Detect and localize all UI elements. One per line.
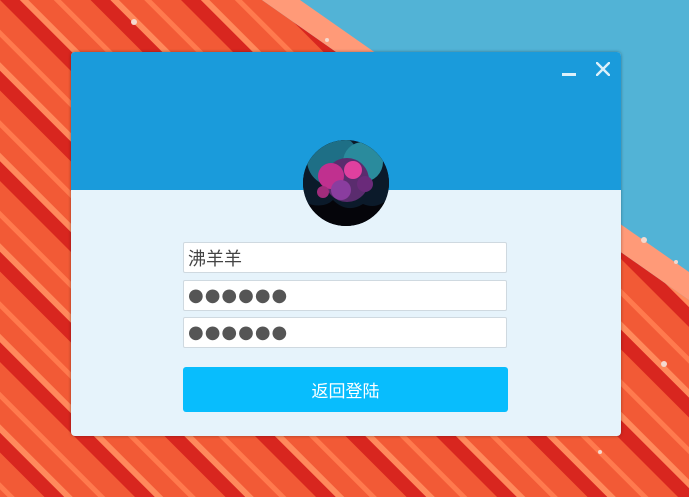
password-field[interactable]: ●●●●●● <box>183 280 507 311</box>
username-field[interactable] <box>183 242 507 273</box>
avatar-image <box>303 140 389 226</box>
register-window: ●●●●●● ●●●●●● 返回登陆 <box>71 52 621 436</box>
confirm-password-field[interactable]: ●●●●●● <box>183 317 507 348</box>
close-icon[interactable] <box>594 60 612 80</box>
return-login-button[interactable]: 返回登陆 <box>183 367 508 412</box>
minimize-icon[interactable] <box>560 60 578 82</box>
avatar[interactable] <box>303 140 389 226</box>
